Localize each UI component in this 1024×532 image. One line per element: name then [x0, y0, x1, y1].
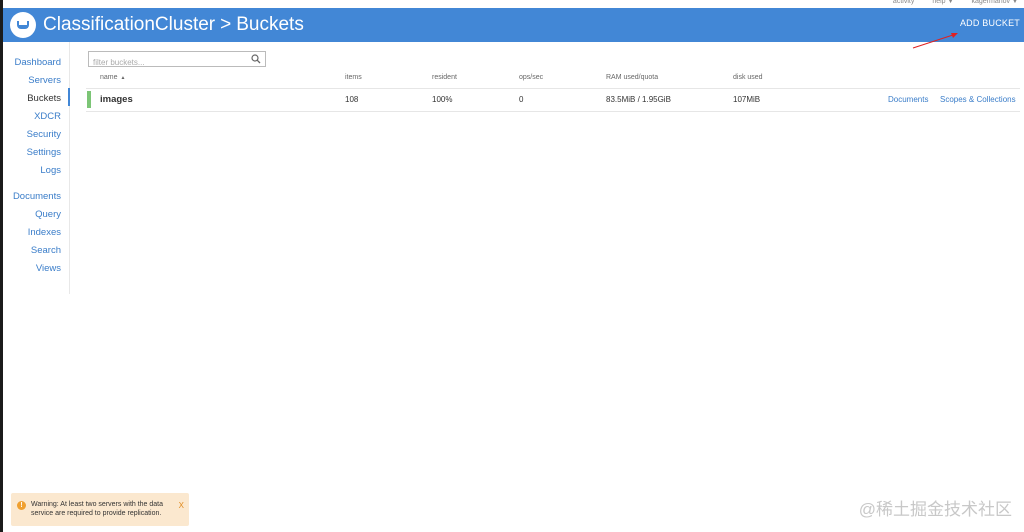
help-label: help — [932, 0, 946, 5]
sidebar-item-servers[interactable]: Servers — [28, 75, 61, 86]
page-title: ClassificationCluster > Buckets — [43, 13, 304, 37]
column-header-resident[interactable]: resident — [432, 74, 457, 81]
logo-mark-bar — [18, 25, 28, 28]
user-label: kagermanov — [971, 0, 1011, 5]
chevron-down-icon: ▼ — [1012, 0, 1018, 5]
bucket-ops: 0 — [519, 95, 524, 104]
sidebar-item-documents[interactable]: Documents — [13, 191, 61, 202]
exclamation-icon: ! — [17, 501, 26, 510]
sort-ascending-icon: ▲ — [120, 75, 126, 81]
column-header-items[interactable]: items — [345, 74, 362, 81]
bucket-items: 108 — [345, 95, 359, 104]
sidebar-item-query[interactable]: Query — [35, 209, 61, 220]
sidebar-item-logs[interactable]: Logs — [40, 165, 61, 176]
sidebar-nav: Dashboard Servers Buckets XDCR Security … — [3, 42, 70, 294]
table-row[interactable]: images 108 100% 0 83.5MiB / 1.95GiB 107M… — [86, 88, 1020, 112]
breadcrumb-separator: > — [220, 14, 232, 35]
help-menu[interactable]: help ▼ — [932, 0, 953, 5]
top-meta-bar: activity help ▼ kagermanov ▼ — [3, 0, 1024, 8]
bucket-disk: 107MiB — [733, 95, 761, 104]
bucket-ram: 83.5MiB / 1.95GiB — [606, 95, 671, 104]
couchbase-logo-icon[interactable] — [10, 12, 36, 38]
scopes-collections-link[interactable]: Scopes & Collections — [940, 95, 1016, 104]
activity-link[interactable]: activity — [893, 0, 914, 5]
close-icon[interactable]: X — [179, 501, 184, 510]
active-indicator — [68, 88, 70, 106]
warning-text: Warning: At least two servers with the d… — [31, 501, 164, 517]
sidebar-item-indexes[interactable]: Indexes — [28, 227, 61, 238]
sidebar-item-security[interactable]: Security — [27, 129, 61, 140]
sidebar-item-dashboard[interactable]: Dashboard — [15, 57, 61, 68]
column-header-disk[interactable]: disk used — [733, 74, 763, 81]
bucket-health-indicator — [87, 91, 91, 108]
bucket-name[interactable]: images — [100, 94, 133, 105]
add-bucket-button[interactable]: ADD BUCKET — [960, 18, 1020, 28]
app-header: ClassificationCluster > Buckets ADD BUCKET — [3, 8, 1024, 42]
filter-buckets-field — [88, 51, 266, 70]
filter-buckets-input[interactable] — [89, 55, 252, 70]
user-menu[interactable]: kagermanov ▼ — [972, 0, 1018, 5]
warning-toast: ! Warning: At least two servers with the… — [11, 493, 189, 526]
breadcrumb-page: Buckets — [236, 14, 304, 35]
sidebar-item-views[interactable]: Views — [36, 263, 61, 274]
sidebar-item-search[interactable]: Search — [31, 245, 61, 256]
documents-link[interactable]: Documents — [888, 95, 928, 104]
sidebar-item-xdcr[interactable]: XDCR — [34, 111, 61, 122]
sidebar-item-settings[interactable]: Settings — [27, 147, 61, 158]
annotation-arrow-icon — [912, 33, 958, 49]
search-icon[interactable] — [251, 54, 261, 64]
column-header-ops[interactable]: ops/sec — [519, 74, 543, 81]
column-header-ram[interactable]: RAM used/quota — [606, 74, 658, 81]
bucket-resident: 100% — [432, 95, 453, 104]
column-label: name — [100, 74, 118, 81]
sidebar-item-buckets[interactable]: Buckets — [27, 93, 61, 104]
watermark: @稀土掘金技术社区 — [858, 500, 1012, 519]
breadcrumb-cluster[interactable]: ClassificationCluster — [43, 14, 215, 35]
chevron-down-icon: ▼ — [947, 0, 954, 5]
column-header-name[interactable]: name ▲ — [100, 74, 125, 81]
